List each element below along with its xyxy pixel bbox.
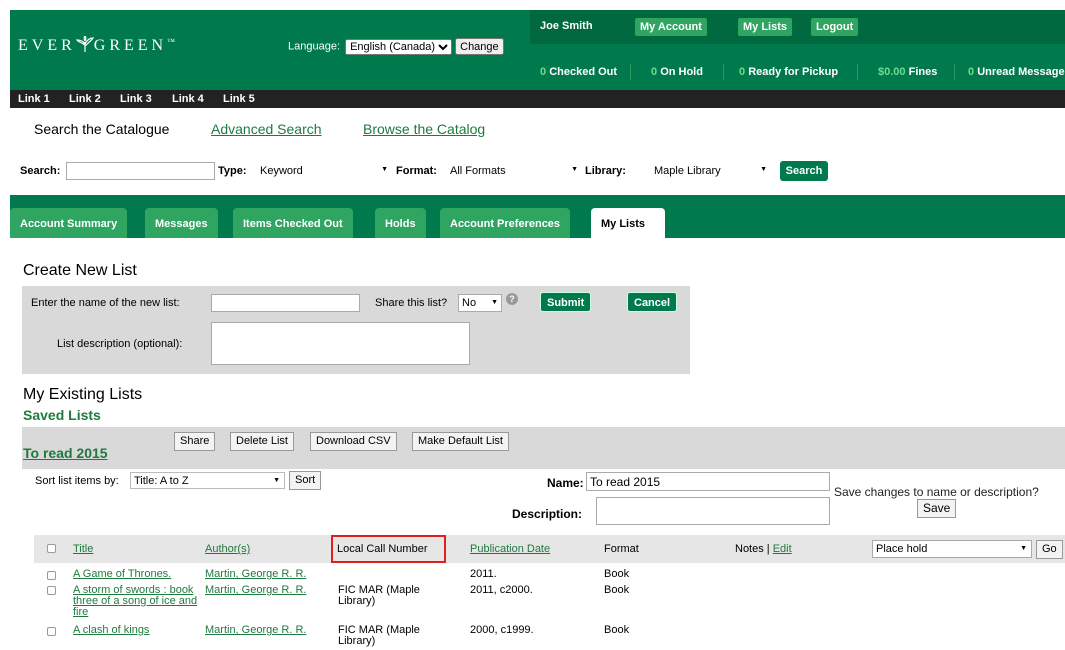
type-select[interactable]: Keyword [256,162,392,180]
search-catalogue-link[interactable]: Search the Catalogue [34,121,169,137]
row-format: Book [604,584,630,596]
link-3[interactable]: Link 3 [120,93,152,105]
library-label: Library: [585,165,626,177]
link-2[interactable]: Link 2 [69,93,101,105]
library-select[interactable]: Maple Library [633,162,771,180]
notes-column-header: Notes | Edit [735,543,792,555]
user-name: Joe Smith [540,20,593,32]
make-default-list-button[interactable]: Make Default List [412,432,509,451]
row-author-link[interactable]: Martin, George R. R. [205,585,306,596]
tab-account-summary[interactable]: Account Summary [10,208,128,238]
ready-for-pickup-status[interactable]: 0 Ready for Pickup [739,66,838,78]
language-select[interactable]: English (Canada) [345,38,453,55]
list-name-link[interactable]: To read 2015 [23,445,108,461]
list-toolbar: To read 2015 Share Delete List Download … [22,427,1065,469]
link-5[interactable]: Link 5 [223,93,255,105]
list-name-edit-input[interactable]: To read 2015 [586,472,830,491]
change-language-button[interactable]: Change [455,38,504,55]
create-list-heading: Create New List [23,262,137,279]
row-pub-date: 2011, c2000. [470,584,533,596]
go-button[interactable]: Go [1036,540,1063,559]
row-author-link[interactable]: Martin, George R. R. [205,569,306,580]
sort-button[interactable]: Sort [289,471,322,490]
row-format: Book [604,624,630,636]
search-label: Search: [20,165,61,177]
row-author-link[interactable]: Martin, George R. R. [205,625,306,636]
share-button[interactable]: Share [174,432,216,451]
format-column-header: Format [604,543,639,555]
account-status-bar: 0 Checked Out 0 On Hold 0 Ready for Pick… [530,56,1065,90]
share-list-select[interactable]: No ▼ [458,294,502,312]
row-title-link[interactable]: A clash of kings [73,625,149,636]
row-call-number: FIC MAR (Maple Library) [338,584,420,607]
tab-my-lists[interactable]: My Lists [591,208,665,238]
row-checkbox[interactable] [47,571,56,580]
logout-button[interactable]: Logout [811,18,859,36]
sort-select[interactable]: Title: A to Z ▼ [130,472,285,489]
link-4[interactable]: Link 4 [172,93,204,105]
save-button[interactable]: Save [917,499,957,518]
download-csv-button[interactable]: Download CSV [310,432,397,451]
advanced-search-link[interactable]: Advanced Search [211,121,322,137]
evergreen-leaf-icon [75,36,94,52]
links-bar: Link 1 Link 2 Link 3 Link 4 Link 5 [10,90,1065,108]
publication-date-column-header[interactable]: Publication Date [470,543,550,555]
sort-label: Sort list items by: [35,475,119,487]
saved-lists-heading: Saved Lists [23,407,101,423]
tab-messages[interactable]: Messages [145,208,218,238]
user-bar: Joe Smith My Account My Lists Logout [530,10,1065,44]
browse-catalog-link[interactable]: Browse the Catalog [363,121,485,137]
cancel-button[interactable]: Cancel [627,292,678,312]
on-hold-status[interactable]: 0 On Hold [651,66,703,78]
tab-items-checked-out[interactable]: Items Checked Out [233,208,353,238]
unread-messages-status[interactable]: 0 Unread Messages [968,66,1065,78]
row-checkbox[interactable] [47,627,56,636]
author-column-header[interactable]: Author(s) [205,543,250,555]
search-input[interactable] [66,162,215,180]
type-label: Type: [218,165,247,177]
tab-holds[interactable]: Holds [375,208,426,238]
row-checkbox[interactable] [47,586,56,595]
site-header: EVER GREEN™ Language: English (Canada) Ch… [10,10,1065,90]
format-select[interactable]: All Formats [446,162,582,180]
help-icon[interactable]: ? [506,293,518,305]
list-name-input[interactable] [211,294,360,312]
list-name-label: Enter the name of the new list: [31,297,180,309]
language-label: Language: [288,40,340,53]
description-label: Description: [512,507,583,521]
row-format: Book [604,568,630,580]
list-description-input[interactable] [211,322,470,365]
name-label: Name: [547,476,584,490]
delete-list-button[interactable]: Delete List [230,432,294,451]
evergreen-logo[interactable]: EVER GREEN™ [18,36,175,55]
bulk-action-select[interactable]: Place hold ▼ [872,540,1032,558]
row-pub-date: 2011. [470,568,497,580]
fines-status[interactable]: $0.00 Fines [878,66,937,78]
my-account-button[interactable]: My Account [635,18,707,36]
my-lists-button[interactable]: My Lists [738,18,793,36]
list-description-edit-input[interactable] [596,497,830,525]
list-description-label: List description (optional): [57,338,183,350]
select-all-checkbox[interactable] [47,544,56,553]
format-label: Format: [396,165,437,177]
row-title-link[interactable]: A Game of Thrones. [73,569,171,580]
submit-button[interactable]: Submit [540,292,592,312]
search-button[interactable]: Search [780,161,828,181]
save-changes-hint: Save changes to name or description? [834,485,1039,499]
row-title-link[interactable]: A storm of swords : book three of a song… [73,585,203,618]
row-pub-date: 2000, c1999. [470,624,534,636]
title-column-header[interactable]: Title [73,543,93,555]
row-call-number: FIC MAR (Maple Library) [338,624,420,647]
tab-account-preferences[interactable]: Account Preferences [440,208,571,238]
checked-out-status[interactable]: 0 Checked Out [540,66,617,78]
link-1[interactable]: Link 1 [18,93,50,105]
edit-notes-link[interactable]: Edit [773,543,792,555]
language-selector: Language: English (Canada) Change [288,38,504,55]
existing-lists-heading: My Existing Lists [23,386,143,403]
share-list-label: Share this list? [375,297,448,309]
call-number-highlight [331,535,446,563]
create-list-panel: Enter the name of the new list: Share th… [22,286,690,374]
